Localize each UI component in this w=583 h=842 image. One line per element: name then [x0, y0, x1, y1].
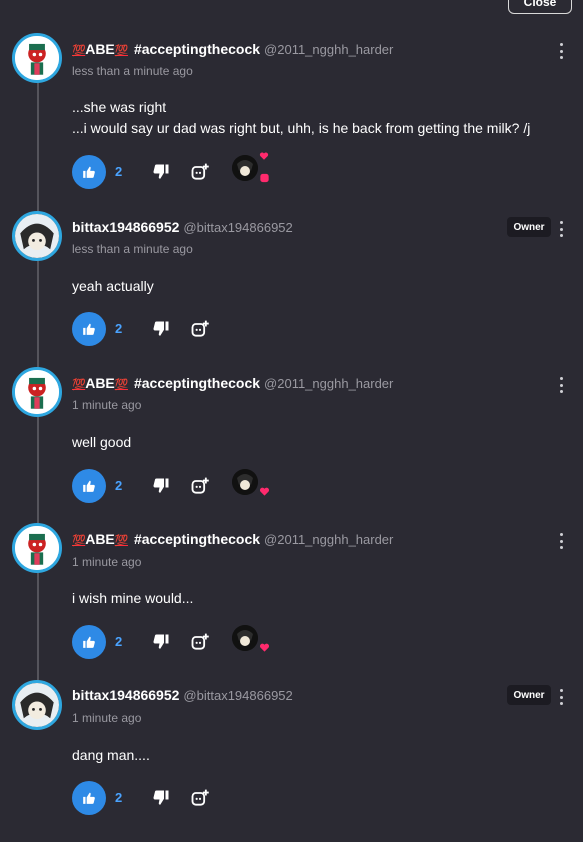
owner-avatar-image: [15, 214, 59, 258]
author-tag[interactable]: #acceptingthecock: [134, 375, 260, 391]
author-handle[interactable]: @2011_ngghh_harder: [264, 376, 393, 391]
avatar[interactable]: [12, 33, 62, 83]
reply-icon[interactable]: [190, 788, 210, 808]
author-handle[interactable]: @2011_ngghh_harder: [264, 532, 393, 547]
author-tag[interactable]: #acceptingthecock: [134, 41, 260, 57]
thumbs-up-icon: [83, 166, 95, 178]
creator-avatar: [232, 469, 258, 495]
mascot-avatar-image: [15, 36, 59, 80]
avatar[interactable]: [12, 680, 62, 730]
timestamp: 1 minute ago: [72, 398, 142, 412]
comment-body-line: yeah actually: [72, 278, 154, 294]
like-button[interactable]: [72, 469, 106, 503]
comment-header: bittax194866952 @bittax194866952: [72, 219, 293, 239]
creator-avatar: [232, 155, 258, 181]
mascot-avatar-image: [15, 370, 59, 414]
comment-body-line: dang man....: [72, 747, 150, 763]
thumbs-up-icon: [83, 636, 95, 648]
more-options-icon[interactable]: [554, 533, 568, 549]
thumbs-up-icon: [83, 480, 95, 492]
like-count: 2: [115, 790, 123, 805]
hundred-points-icon: 💯: [114, 379, 129, 391]
comment-body-line: ...i would say ur dad was right but, uhh…: [72, 120, 531, 136]
reply-icon[interactable]: [190, 632, 210, 652]
timestamp: less than a minute ago: [72, 64, 193, 78]
owner-badge: Owner: [507, 685, 551, 705]
creator-heart-badge: [230, 465, 274, 501]
like-count: 2: [115, 321, 123, 336]
author-name[interactable]: ABE: [85, 375, 115, 391]
mascot-avatar-image: [15, 526, 59, 570]
heart-icon: [259, 643, 270, 652]
reply-icon[interactable]: [190, 476, 210, 496]
like-button[interactable]: [72, 781, 106, 815]
reply-icon[interactable]: [190, 162, 210, 182]
timestamp: 1 minute ago: [72, 711, 142, 725]
reply-icon[interactable]: [190, 319, 210, 339]
author-handle[interactable]: @bittax194866952: [183, 220, 292, 235]
like-button[interactable]: [72, 155, 106, 189]
comment-body-line: ...she was right: [72, 99, 167, 115]
thumbs-down-icon[interactable]: [152, 320, 170, 338]
timestamp: 1 minute ago: [72, 555, 142, 569]
comment-header: bittax194866952 @bittax194866952: [72, 687, 293, 707]
author-tag[interactable]: #acceptingthecock: [134, 531, 260, 547]
like-button[interactable]: [72, 312, 106, 346]
like-count: 2: [115, 634, 123, 649]
thumbs-down-icon[interactable]: [152, 163, 170, 181]
avatar[interactable]: [12, 523, 62, 573]
like-count: 2: [115, 164, 123, 179]
thumbs-up-icon: [83, 323, 95, 335]
heart-icon: [259, 152, 269, 160]
author-name[interactable]: ABE: [85, 41, 115, 57]
like-count: 2: [115, 478, 123, 493]
close-button[interactable]: Close: [508, 0, 572, 14]
comment-body-line: well good: [72, 434, 132, 450]
avatar[interactable]: [12, 367, 62, 417]
comment-header: 💯 ABE 💯 #acceptingthecock @2011_ngghh_ha…: [72, 375, 393, 395]
creator-heart-badge: [230, 151, 274, 187]
author-handle[interactable]: @2011_ngghh_harder: [264, 42, 393, 57]
like-button[interactable]: [72, 625, 106, 659]
hundred-points-icon: 💯: [72, 45, 86, 57]
author-handle[interactable]: @bittax194866952: [183, 688, 292, 703]
author-name[interactable]: bittax194866952: [72, 219, 179, 235]
comment-body-line: i wish mine would...: [72, 590, 194, 606]
comment-header: 💯 ABE 💯 #acceptingthecock @2011_ngghh_ha…: [72, 531, 393, 551]
more-options-icon[interactable]: [554, 689, 568, 705]
author-name[interactable]: ABE: [85, 531, 115, 547]
hundred-points-icon: 💯: [72, 535, 86, 547]
more-options-icon[interactable]: [554, 221, 568, 237]
heart-icon: [260, 173, 269, 183]
thumbs-down-icon[interactable]: [152, 633, 170, 651]
hundred-points-icon: 💯: [114, 535, 129, 547]
thumbs-up-icon: [83, 792, 95, 804]
creator-heart-badge: [230, 621, 274, 657]
owner-badge: Owner: [507, 217, 551, 237]
owner-avatar-image: [15, 683, 59, 727]
author-name[interactable]: bittax194866952: [72, 687, 179, 703]
comment-thread-page: Close 💯 ABE 💯 #acceptingthecock @2011_ng…: [0, 0, 583, 842]
more-options-icon[interactable]: [554, 43, 568, 59]
comment-header: 💯 ABE 💯 #acceptingthecock @2011_ngghh_ha…: [72, 41, 393, 61]
timestamp: less than a minute ago: [72, 242, 193, 256]
hundred-points-icon: 💯: [72, 379, 86, 391]
thumbs-down-icon[interactable]: [152, 789, 170, 807]
more-options-icon[interactable]: [554, 377, 568, 393]
creator-avatar: [232, 625, 258, 651]
thumbs-down-icon[interactable]: [152, 477, 170, 495]
heart-icon: [259, 487, 270, 496]
avatar[interactable]: [12, 211, 62, 261]
hundred-points-icon: 💯: [114, 45, 129, 57]
